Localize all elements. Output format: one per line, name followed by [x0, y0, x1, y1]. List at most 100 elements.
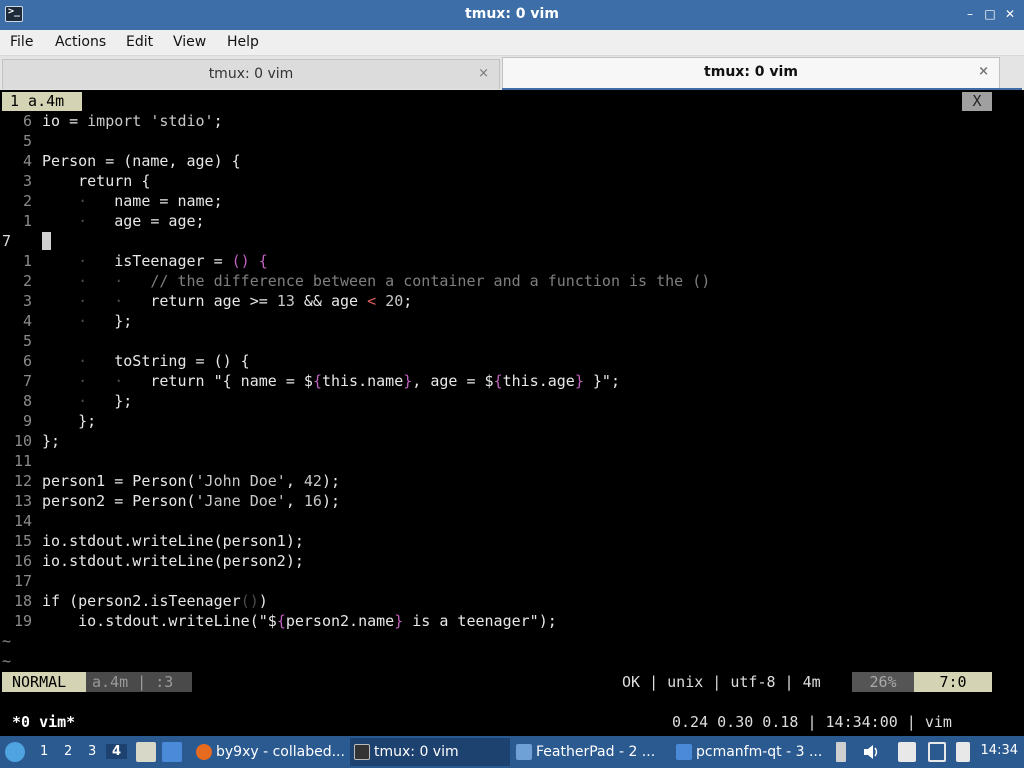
- tmux-window[interactable]: *0 vim*: [12, 712, 75, 732]
- code-text: io.stdout.writeLine("${person2.name} is …: [42, 612, 557, 630]
- workspace-1[interactable]: 1: [40, 744, 48, 759]
- close-button[interactable]: ✕: [1002, 6, 1018, 22]
- tmux-status-right: 0.24 0.30 0.18 | 14:34:00 | vim: [672, 713, 952, 731]
- line-number: 15: [13, 532, 32, 550]
- volume-icon[interactable]: [862, 742, 880, 762]
- line-number: 10: [13, 432, 32, 450]
- line-number: 1: [22, 212, 32, 230]
- line-number: 16: [13, 552, 32, 570]
- menu-help[interactable]: Help: [227, 34, 259, 50]
- code-text: · };: [78, 312, 133, 330]
- vim-scroll-percent: 26%: [852, 672, 914, 692]
- line-number: 4: [22, 312, 32, 330]
- line-number: 12: [13, 472, 32, 490]
- code-text: · };: [78, 392, 133, 410]
- workspace-3[interactable]: 3: [88, 744, 96, 759]
- line-number: 7: [2, 232, 12, 250]
- notification-icon[interactable]: [956, 742, 970, 762]
- vim-buffer-line: 1 a.4m X: [0, 92, 1024, 112]
- menu-view[interactable]: View: [173, 34, 206, 50]
- code-text: · · // the difference between a containe…: [78, 272, 711, 290]
- terminal-area[interactable]: [0, 90, 1024, 736]
- maximize-button[interactable]: □: [982, 6, 998, 22]
- line-number: 7: [22, 372, 32, 390]
- vim-cursor-position: 7:0: [914, 672, 992, 692]
- menu-edit[interactable]: Edit: [126, 34, 153, 50]
- vim-statusline: NORMAL a.4m | :3 OK | unix | utf-8 | 4m …: [0, 672, 1024, 692]
- tmux-status-bar: *0 vim* 0.24 0.30 0.18 | 14:34:00 | vim: [0, 712, 1024, 732]
- tab-label: tmux: 0 vim: [208, 66, 294, 82]
- line-number: 8: [22, 392, 32, 410]
- tab-terminal-2[interactable]: tmux: 0 vim ×: [502, 57, 1000, 90]
- line-number: 3: [22, 292, 32, 310]
- code-text: · · return "{ name = ${this.name}, age =…: [78, 372, 620, 390]
- tab-close-icon[interactable]: ×: [978, 58, 989, 86]
- empty-line-tilde: ~: [2, 632, 12, 650]
- code-text: · age = age;: [78, 212, 205, 230]
- network-icon[interactable]: [928, 742, 946, 762]
- code-text: io = import 'stdio';: [42, 112, 223, 130]
- minimize-button[interactable]: –: [962, 6, 978, 22]
- code-text: if (person2.isTeenager()): [42, 592, 268, 610]
- code-text: · · return age >= 13 && age < 20;: [78, 292, 413, 310]
- code-text: · isTeenager = () {: [78, 252, 268, 270]
- line-number: 19: [13, 612, 32, 630]
- menu-actions[interactable]: Actions: [55, 34, 106, 50]
- line-number: 9: [22, 412, 32, 430]
- line-number: 5: [22, 132, 32, 150]
- menubar: File Actions Edit View Help: [0, 30, 1024, 56]
- line-number: 6: [22, 112, 32, 130]
- code-text: [42, 232, 51, 251]
- tab-label: tmux: 0 vim: [704, 64, 798, 80]
- line-number: 2: [22, 192, 32, 210]
- code-text: Person = (name, age) {: [42, 152, 241, 170]
- workspace-4[interactable]: 4: [106, 744, 128, 759]
- line-number: 1: [22, 252, 32, 270]
- line-number: 14: [13, 512, 32, 530]
- taskbar: 1 2 3 4 by9xy - collabed... tmux: 0 vim …: [0, 736, 1024, 768]
- tab-terminal-1[interactable]: tmux: 0 vim ×: [2, 59, 500, 89]
- code-text: person1 = Person('John Doe', 42);: [42, 472, 341, 490]
- vim-mode: NORMAL: [2, 672, 86, 692]
- vim-buffer-close-button[interactable]: X: [962, 92, 992, 111]
- line-number: 11: [13, 452, 32, 470]
- line-number: 3: [22, 172, 32, 190]
- file-manager-launcher-icon[interactable]: [162, 742, 182, 762]
- line-number: 13: [13, 492, 32, 510]
- code-text: io.stdout.writeLine(person2);: [42, 552, 304, 570]
- show-desktop-icon[interactable]: [136, 742, 156, 762]
- menu-file[interactable]: File: [10, 34, 33, 50]
- vim-filename: a.4m | :3: [86, 672, 192, 692]
- clock[interactable]: 14:34: [981, 743, 1018, 758]
- tab-close-icon[interactable]: ×: [478, 60, 489, 88]
- featherpad-icon: [516, 744, 532, 760]
- code-text: };: [42, 432, 61, 450]
- code-text: };: [42, 412, 97, 430]
- text-cursor: [42, 232, 51, 250]
- tray-usb-icon[interactable]: [836, 742, 846, 762]
- line-number: 6: [22, 352, 32, 370]
- task-firefox[interactable]: by9xy - collabed...: [192, 738, 346, 766]
- code-text: · name = name;: [78, 192, 223, 210]
- window-titlebar: >_ tmux: 0 vim – □ ✕: [0, 0, 1024, 30]
- line-number: 17: [13, 572, 32, 590]
- task-terminal[interactable]: tmux: 0 vim: [350, 738, 510, 766]
- workspace-2[interactable]: 2: [64, 744, 72, 759]
- code-text: return {: [42, 172, 151, 190]
- code-text: · toString = () {: [78, 352, 250, 370]
- empty-line-tilde: ~: [2, 652, 12, 670]
- start-menu-icon[interactable]: [5, 742, 25, 762]
- vim-file-info: OK | unix | utf-8 | 4m: [622, 673, 821, 691]
- firefox-icon: [196, 744, 212, 760]
- line-number: 5: [22, 332, 32, 350]
- vim-buffer-tab[interactable]: 1 a.4m: [2, 92, 82, 111]
- line-number: 18: [13, 592, 32, 610]
- window-title: tmux: 0 vim: [465, 6, 559, 22]
- code-text: io.stdout.writeLine(person1);: [42, 532, 304, 550]
- task-featherpad[interactable]: FeatherPad - 2 ...: [512, 738, 666, 766]
- clipboard-icon[interactable]: [898, 742, 916, 762]
- code-text: person2 = Person('Jane Doe', 16);: [42, 492, 341, 510]
- task-pcmanfm[interactable]: pcmanfm-qt - 3 ...: [672, 738, 826, 766]
- terminal-icon: [354, 744, 370, 760]
- line-number: 2: [22, 272, 32, 290]
